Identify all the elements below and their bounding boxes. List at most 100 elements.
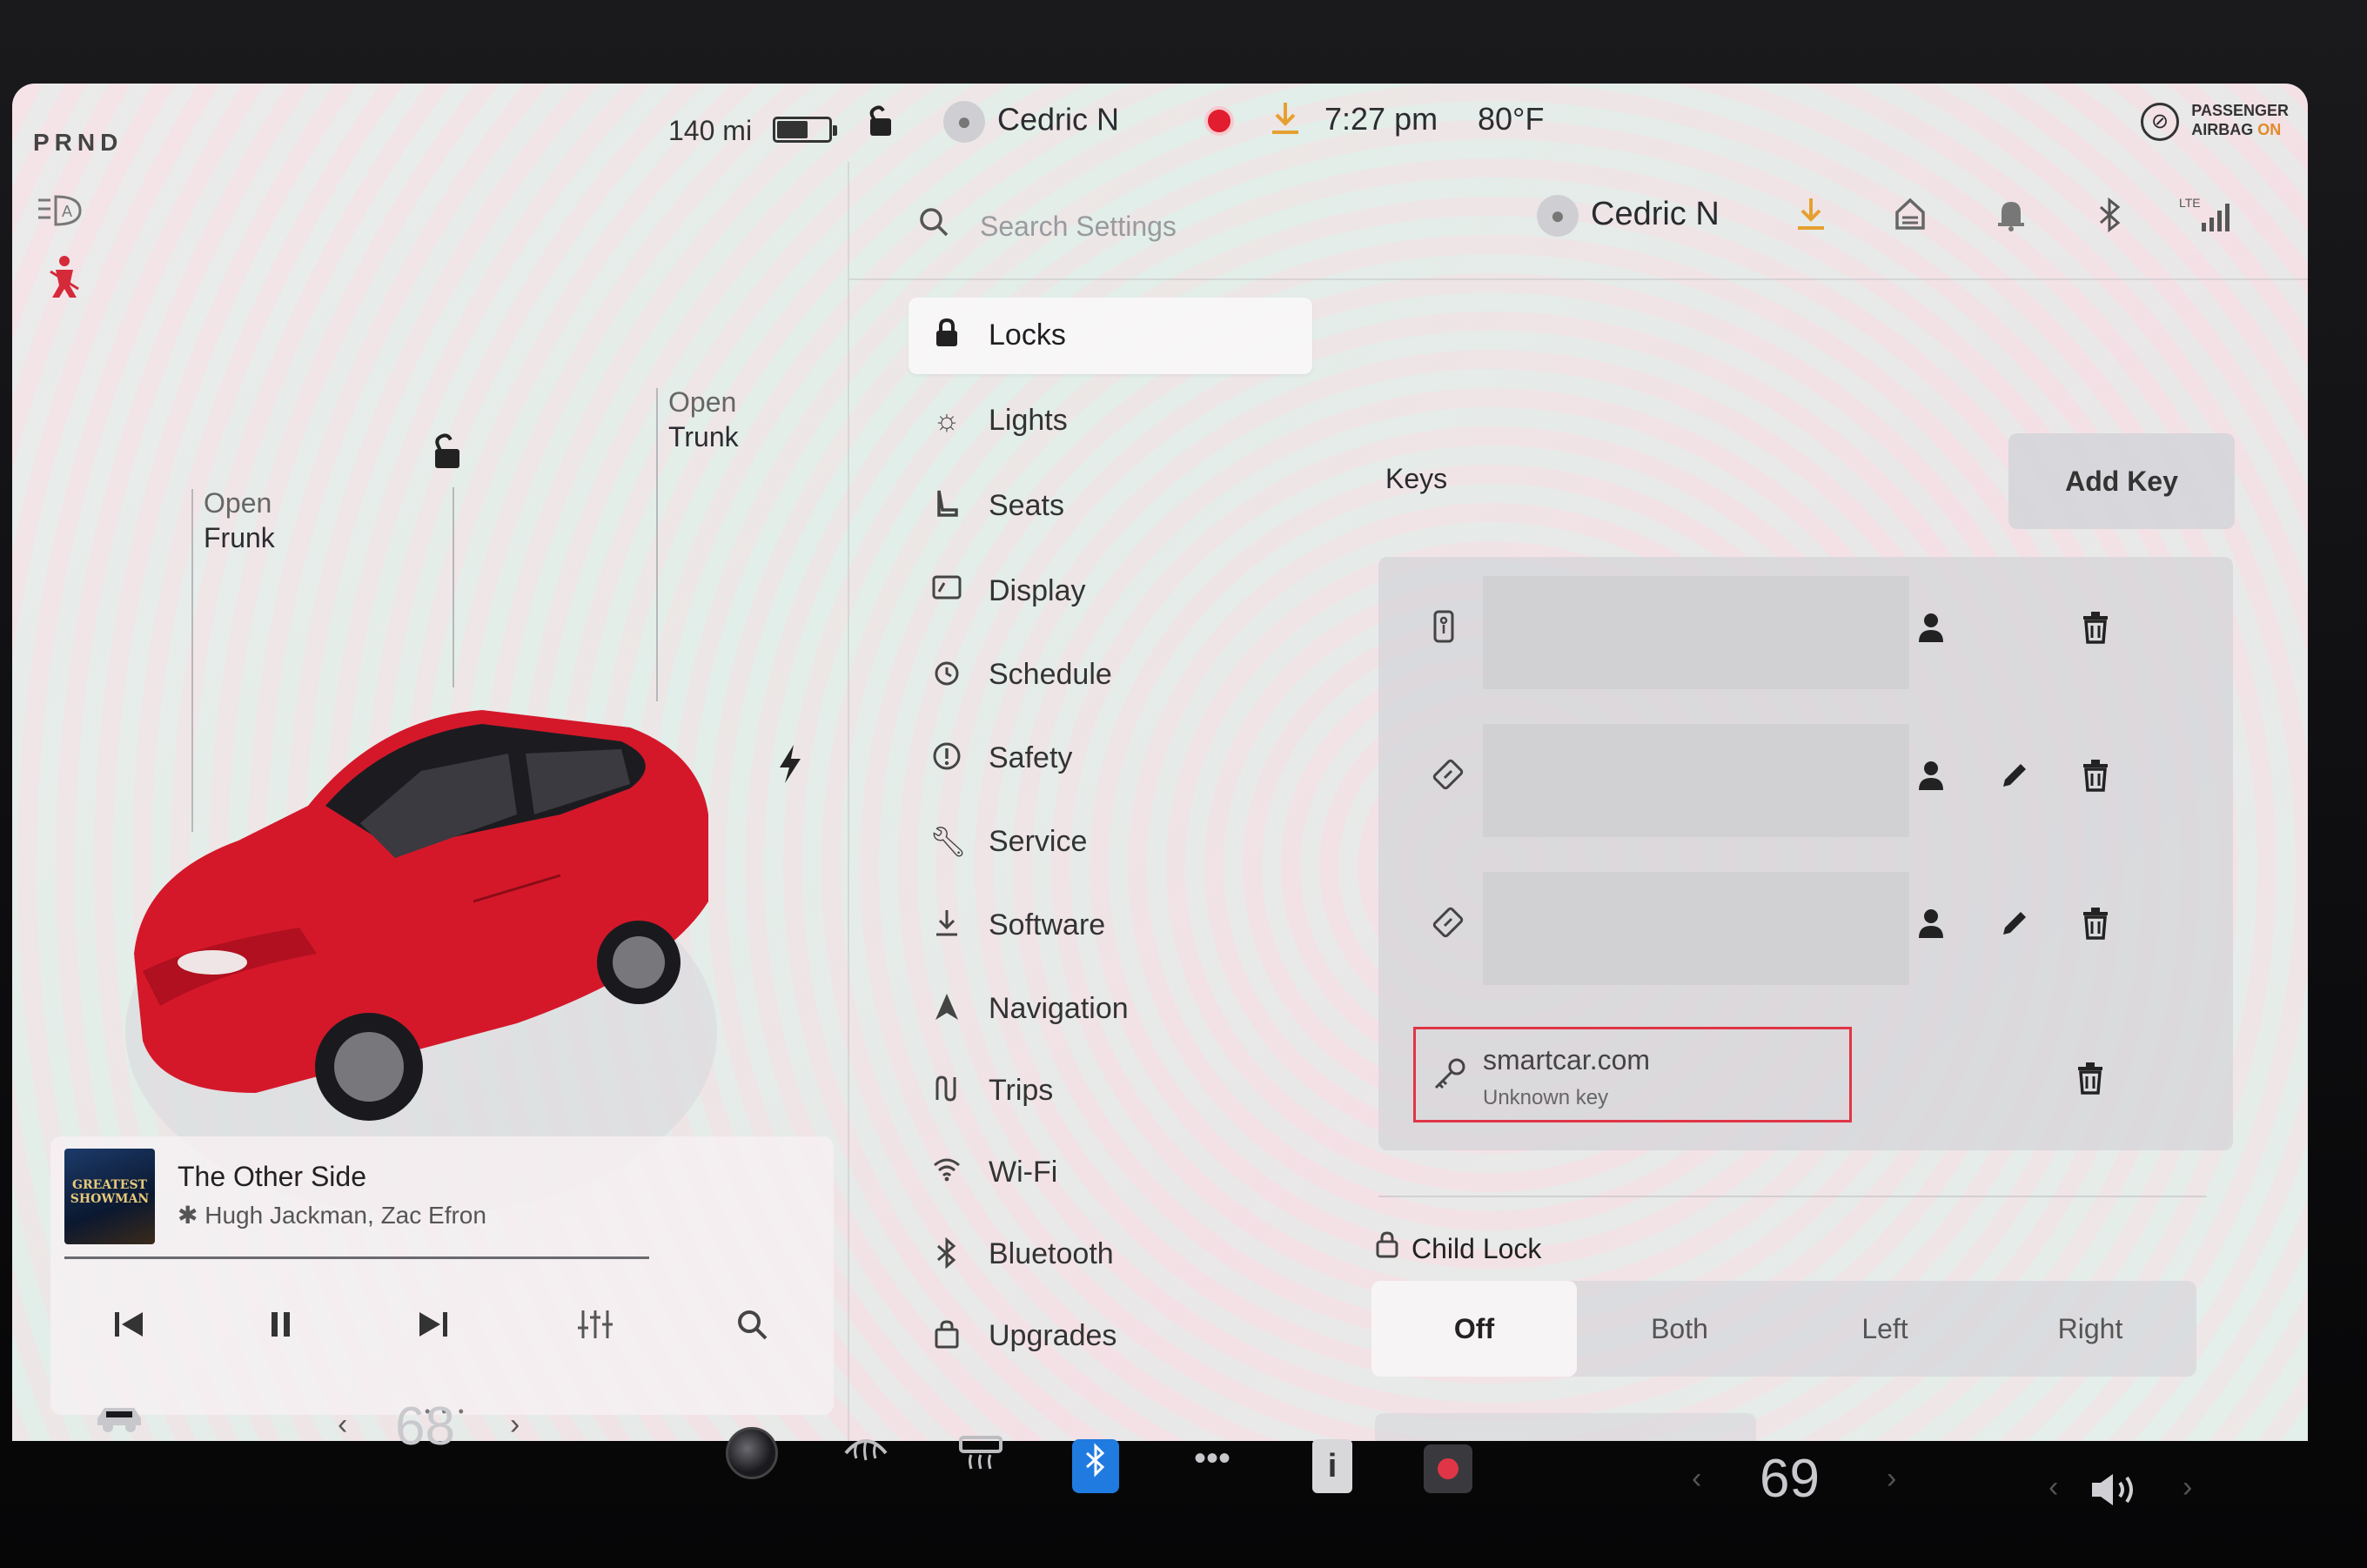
passenger-temperature[interactable]: 69: [1760, 1448, 1820, 1510]
previous-track-icon[interactable]: [111, 1307, 146, 1350]
driver-temperature[interactable]: 68: [395, 1396, 455, 1457]
driver-temp-down-chevron-icon[interactable]: ‹: [338, 1408, 347, 1442]
car-icon[interactable]: [94, 1396, 144, 1446]
child-lock-both[interactable]: Both: [1577, 1281, 1782, 1377]
bag-icon: [929, 1319, 964, 1357]
software-download-icon[interactable]: [1796, 197, 1826, 240]
unlock-icon[interactable]: [428, 432, 466, 479]
menu-label-bluetooth: Bluetooth: [989, 1237, 1114, 1270]
menu-item-schedule[interactable]: Schedule: [909, 637, 1312, 714]
menu-item-safety[interactable]: Safety: [909, 720, 1312, 797]
passenger-airbag-status: PASSENGER AIRBAG ON: [2191, 101, 2289, 139]
menu-item-navigation[interactable]: Navigation: [909, 971, 1312, 1048]
sun-icon: ☼: [933, 404, 961, 437]
airbag-line2-prefix: AIRBAG: [2191, 121, 2258, 138]
airbag-state: ON: [2257, 121, 2282, 138]
child-lock-left[interactable]: Left: [1782, 1281, 1988, 1377]
menu-item-lights[interactable]: ☼ Lights: [909, 383, 1312, 459]
volume-up-chevron-icon[interactable]: ›: [2183, 1471, 2192, 1504]
key-row[interactable]: [1378, 557, 2233, 705]
keys-heading: Keys: [1385, 463, 1448, 494]
software-update-icon[interactable]: [1271, 101, 1300, 144]
driver-avatar-icon: ●: [943, 101, 985, 143]
delete-smartcar-key-icon[interactable]: [2076, 1062, 2104, 1103]
delete-key-icon[interactable]: [2082, 759, 2109, 801]
driver-profile-button[interactable]: ● Cedric N: [943, 101, 1119, 143]
menu-label-seats: Seats: [989, 489, 1064, 522]
menu-item-display[interactable]: Display: [909, 553, 1312, 630]
menu-label-safety: Safety: [989, 741, 1073, 774]
menu-item-seats[interactable]: Seats: [909, 468, 1312, 545]
song-title: The Other Side: [178, 1161, 366, 1192]
open-trunk-button[interactable]: Open Trunk: [668, 385, 739, 454]
driver-profile-icon[interactable]: [1916, 759, 1946, 801]
bluetooth-icon: [929, 1236, 964, 1277]
menu-item-service[interactable]: 🔧︎ Service: [909, 804, 1312, 881]
key-name-redacted: [1483, 872, 1909, 985]
child-lock-off[interactable]: Off: [1371, 1281, 1577, 1377]
frunk-open-text: Open: [204, 487, 272, 519]
add-key-button[interactable]: Add Key: [2008, 433, 2235, 529]
driver-profile-icon[interactable]: [1916, 611, 1946, 653]
owners-manual-icon[interactable]: i: [1312, 1439, 1352, 1493]
equalizer-icon[interactable]: [576, 1307, 614, 1350]
album-art[interactable]: GREATEST SHOWMAN: [64, 1149, 155, 1244]
open-frunk-button[interactable]: Open Frunk: [204, 486, 275, 555]
volume-speaker-icon[interactable]: [2089, 1469, 2141, 1519]
door-lock-status-icon[interactable]: [865, 104, 896, 145]
delete-key-icon[interactable]: [2082, 907, 2109, 948]
rear-defrost-icon[interactable]: [957, 1434, 1004, 1484]
menu-label-upgrades: Upgrades: [989, 1319, 1117, 1352]
battery-icon: [773, 117, 837, 143]
passenger-temp-up-chevron-icon[interactable]: ›: [1887, 1462, 1896, 1496]
bluetooth-app-icon[interactable]: [1072, 1439, 1119, 1493]
auto-headlights-icon[interactable]: A: [37, 191, 84, 238]
dashcam-app-icon[interactable]: [1424, 1444, 1472, 1493]
search-settings-input[interactable]: [980, 204, 1467, 249]
charge-port-icon[interactable]: [778, 745, 802, 792]
notifications-bell-icon[interactable]: [1996, 197, 2026, 240]
menu-item-wifi[interactable]: Wi-Fi: [909, 1135, 1312, 1211]
playback-progress-bar[interactable]: [64, 1256, 649, 1259]
airbag-line2: AIRBAG ON: [2191, 120, 2289, 139]
bluetooth-status-icon[interactable]: [2097, 197, 2123, 242]
battery-fill: [777, 121, 808, 138]
key-row[interactable]: [1378, 853, 2233, 1001]
home-link-icon[interactable]: [1894, 197, 1927, 240]
pause-icon[interactable]: [263, 1307, 298, 1350]
edit-pencil-icon[interactable]: [1998, 907, 2031, 948]
camera-app-icon[interactable]: [726, 1427, 778, 1479]
key-row[interactable]: [1378, 705, 2233, 853]
driver-profile-icon[interactable]: [1916, 907, 1946, 948]
edit-pencil-icon[interactable]: [1998, 759, 2031, 801]
more-apps-icon[interactable]: •••: [1194, 1439, 1230, 1478]
search-icon[interactable]: [917, 205, 950, 247]
menu-label-software: Software: [989, 908, 1106, 941]
menu-item-trips[interactable]: Trips: [909, 1053, 1312, 1129]
lock-icon: [929, 318, 964, 356]
menu-item-software[interactable]: Software: [909, 888, 1312, 964]
driver-temp-up-chevron-icon[interactable]: ›: [510, 1408, 520, 1442]
menu-label-navigation: Navigation: [989, 992, 1129, 1025]
smartcar-key-name[interactable]: smartcar.com: [1483, 1044, 1650, 1076]
menu-label-lights: Lights: [989, 404, 1068, 437]
front-defrost-icon[interactable]: [842, 1427, 889, 1478]
delete-key-icon[interactable]: [2082, 611, 2109, 653]
wifi-icon: [929, 1156, 964, 1189]
media-search-icon[interactable]: [734, 1307, 769, 1350]
key-fob-icon: [1431, 609, 1457, 653]
profile-button[interactable]: ● Cedric N: [1537, 195, 1720, 237]
next-track-icon[interactable]: [416, 1307, 451, 1350]
menu-item-locks[interactable]: Locks: [909, 298, 1312, 374]
menu-item-upgrades[interactable]: Upgrades: [909, 1298, 1312, 1375]
frunk-text: Frunk: [204, 522, 275, 553]
child-lock-right[interactable]: Right: [1988, 1281, 2193, 1377]
dashcam-record-icon[interactable]: [1204, 106, 1234, 136]
seatbelt-warning-icon: [44, 254, 85, 309]
menu-item-bluetooth[interactable]: Bluetooth: [909, 1216, 1312, 1293]
volume-down-chevron-icon[interactable]: ‹: [2048, 1471, 2058, 1504]
passenger-temp-down-chevron-icon[interactable]: ‹: [1692, 1462, 1701, 1496]
media-player: GREATEST SHOWMAN The Other Side ✱ Hugh J…: [50, 1136, 834, 1420]
clock-icon: [929, 658, 964, 695]
menu-label-wifi: Wi-Fi: [989, 1156, 1058, 1189]
